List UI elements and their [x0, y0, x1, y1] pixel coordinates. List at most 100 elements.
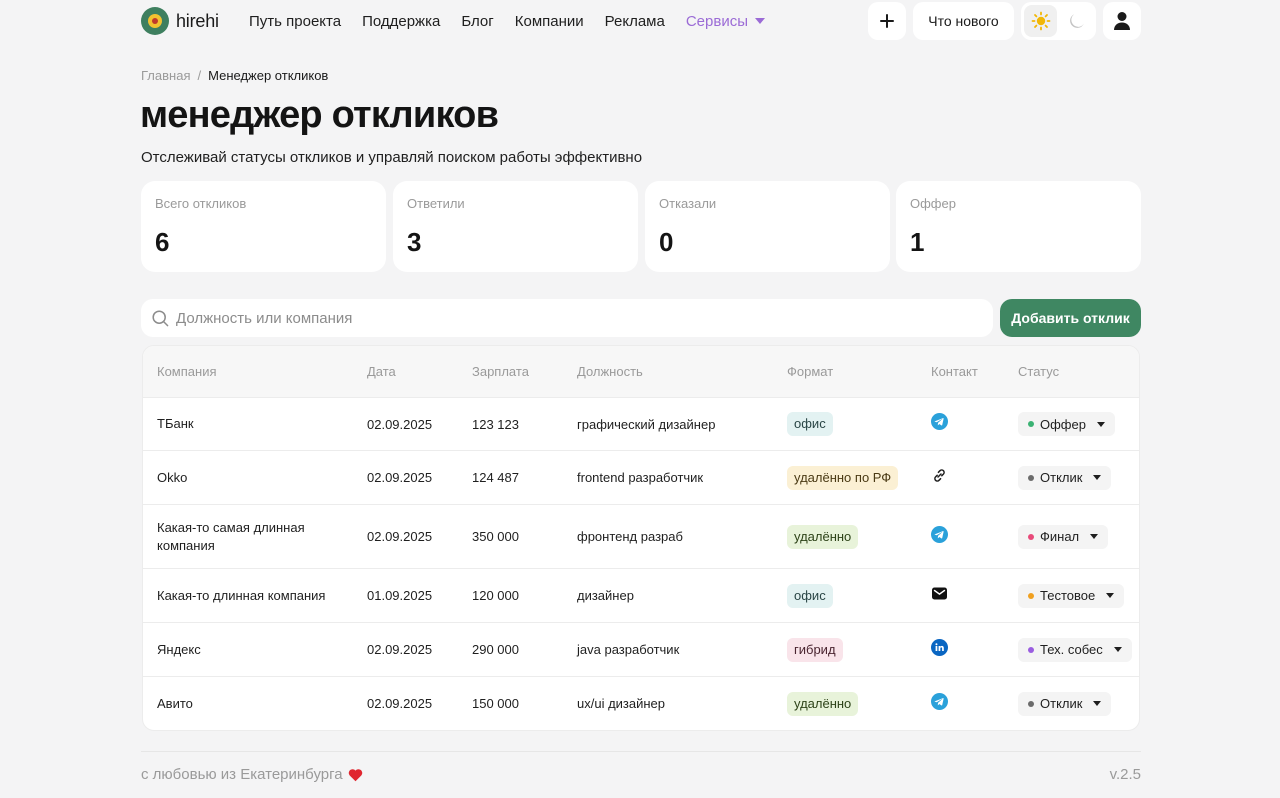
status-dropdown[interactable]: Финал	[1018, 524, 1109, 549]
page-title: менеджер откликов	[140, 94, 499, 136]
column-header-format: Формат	[787, 364, 834, 379]
status-dot	[1028, 421, 1034, 427]
profile-button[interactable]	[1103, 2, 1141, 40]
logo-link[interactable]: hirehi	[141, 7, 219, 35]
telegram-icon[interactable]	[931, 413, 948, 430]
stat-label: Ответили	[407, 196, 465, 211]
cell-position: java разработчик	[577, 642, 680, 657]
cell-contact	[931, 677, 948, 730]
add-button[interactable]	[868, 2, 906, 40]
status-dropdown[interactable]: Тестовое	[1018, 583, 1125, 608]
column-header-date: Дата	[367, 364, 396, 379]
cell-date: 02.09.2025	[367, 416, 433, 432]
page-subtitle: Отслеживай статусы откликов и управляй п…	[141, 149, 643, 166]
theme-switcher	[1021, 2, 1096, 40]
status-dropdown[interactable]: Отклик	[1018, 465, 1112, 490]
cell-contact	[931, 623, 948, 676]
cell-company: ТБанк	[157, 416, 194, 431]
telegram-icon[interactable]	[931, 525, 948, 543]
cell-date: 02.09.2025	[367, 529, 433, 544]
column-header-position: Должность	[577, 364, 643, 379]
status-dropdown[interactable]: Отклик	[1018, 691, 1112, 716]
nav-link-companies[interactable]: Компании	[515, 13, 584, 30]
status-dropdown[interactable]: Оффер	[1018, 412, 1115, 436]
cell-format: удалённо по РФ	[787, 451, 899, 504]
cell-format: гибрид	[787, 623, 843, 676]
cell-status: Отклик	[1018, 451, 1112, 504]
linkedin-icon[interactable]	[931, 638, 948, 656]
stat-value: 1	[910, 227, 925, 257]
dark-theme-toggle[interactable]	[1060, 5, 1093, 37]
nav-link-support[interactable]: Поддержка	[362, 13, 440, 30]
table-body: ТБанк 02.09.2025 123 123 графический дизайн…	[143, 398, 1139, 730]
column-header-salary: Зарплата	[472, 364, 529, 379]
table-row[interactable]: Какая-то длинная компания 01.09.2025 120 0…	[143, 569, 1139, 623]
cell-contact	[931, 451, 948, 504]
cell-company: Okko	[157, 469, 188, 485]
status-label: Тех. собес	[1040, 642, 1103, 657]
cell-contact	[931, 398, 948, 450]
format-badge: удалённо	[787, 691, 859, 716]
breadcrumb-home-link[interactable]: Главная	[141, 68, 190, 83]
cell-format: офис	[787, 569, 833, 622]
cell-status: Финал	[1018, 505, 1109, 568]
whats-new-button[interactable]: Что нового	[913, 2, 1014, 40]
chevron-down-icon	[1093, 475, 1102, 480]
cell-format: удалённо	[787, 677, 859, 730]
cell-salary: 150 000	[472, 696, 519, 711]
cell-company: Авито	[157, 695, 193, 711]
status-dot	[1028, 700, 1034, 707]
add-response-button[interactable]: Добавить отклик	[1000, 299, 1141, 337]
stat-value: 3	[407, 227, 422, 257]
mail-icon[interactable]	[931, 585, 948, 602]
nav-link-project-path[interactable]: Путь проекта	[249, 13, 341, 30]
logo-text: hirehi	[176, 10, 219, 31]
table-row[interactable]: Яндекс 02.09.2025 290 000 java разработчик г…	[143, 623, 1139, 677]
cell-salary: 123 123	[472, 416, 519, 432]
status-dropdown[interactable]: Тех. собес	[1018, 637, 1132, 662]
footer-divider	[141, 751, 1141, 752]
nav-link-blog[interactable]: Блог	[461, 13, 493, 30]
light-theme-toggle[interactable]	[1024, 5, 1057, 37]
stat-card-total: Всего откликов 6	[141, 181, 386, 272]
cell-status: Отклик	[1018, 677, 1112, 730]
cell-salary: 290 000	[472, 642, 519, 657]
cell-salary: 124 487	[472, 470, 519, 485]
table-row[interactable]: ТБанк 02.09.2025 123 123 графический дизайн…	[143, 398, 1139, 451]
nav-link-ads[interactable]: Реклама	[605, 13, 665, 30]
cell-position: ux/ui дизайнер	[577, 696, 666, 711]
column-header-status: Статус	[1018, 364, 1060, 379]
table-row[interactable]: Okko 02.09.2025 124 487 frontend разработчи…	[143, 451, 1139, 505]
cell-status: Тестовое	[1018, 569, 1125, 622]
search-box	[141, 299, 993, 337]
stat-value: 0	[659, 227, 674, 257]
plus-icon	[880, 14, 894, 28]
stat-value: 6	[155, 227, 170, 257]
search-input[interactable]	[176, 309, 956, 327]
column-header-company: Компания	[157, 364, 217, 379]
format-badge: офис	[787, 412, 833, 436]
cell-company: Яндекс	[157, 641, 201, 657]
telegram-icon[interactable]	[931, 692, 948, 710]
status-label: Отклик	[1040, 470, 1083, 485]
status-label: Отклик	[1040, 696, 1083, 711]
link-icon[interactable]	[931, 467, 948, 484]
moon-icon	[1069, 14, 1084, 28]
status-dot	[1028, 646, 1034, 653]
cell-format: офис	[787, 398, 833, 450]
chevron-down-icon	[754, 18, 765, 24]
chevron-down-icon	[1106, 593, 1115, 598]
status-label: Оффер	[1040, 416, 1086, 432]
services-dropdown[interactable]: Сервисы	[686, 13, 765, 30]
table-row[interactable]: Авито 02.09.2025 150 000 ux/ui дизайнер удал…	[143, 677, 1139, 730]
cell-salary: 350 000	[472, 529, 519, 544]
table-row[interactable]: Какая-то самая длинная компания 02.09.202…	[143, 505, 1139, 569]
top-navbar: hirehi Путь проекта Поддержка Блог Компа…	[0, 0, 1280, 42]
stat-card-offer: Оффер 1	[896, 181, 1141, 272]
status-label: Тестовое	[1040, 588, 1096, 603]
column-header-contact: Контакт	[931, 364, 978, 379]
format-badge: удалённо по РФ	[787, 465, 899, 490]
cell-position: графический дизайнер	[577, 416, 716, 432]
cell-status: Оффер	[1018, 398, 1115, 450]
cell-date: 02.09.2025	[367, 696, 433, 711]
